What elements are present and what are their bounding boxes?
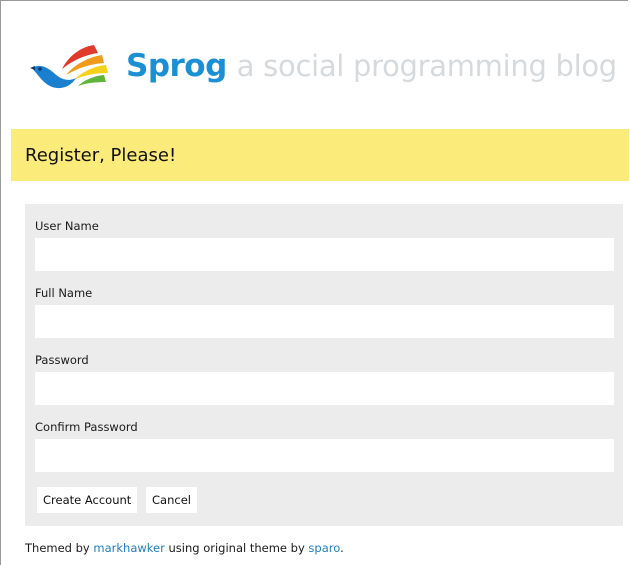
confirm-password-input[interactable] [35, 439, 614, 472]
full-name-label: Full Name [35, 286, 93, 300]
site-brand[interactable]: Sprog [126, 48, 227, 84]
page-frame: Sprog a social programming blog Register… [0, 0, 629, 565]
footer-prefix: Themed by [25, 541, 94, 555]
password-input[interactable] [35, 372, 614, 405]
user-name-input[interactable] [35, 238, 614, 271]
password-label: Password [35, 353, 89, 367]
registration-form: User Name Full Name Password Confirm Pas… [25, 204, 623, 526]
confirm-password-label: Confirm Password [35, 420, 138, 434]
site-tagline: a social programming blog [236, 49, 617, 83]
user-name-label: User Name [35, 219, 99, 233]
create-account-button[interactable]: Create Account [37, 487, 138, 513]
full-name-input[interactable] [35, 305, 614, 338]
footer-suffix: . [340, 541, 344, 555]
bird-logo-icon[interactable] [28, 35, 118, 97]
page-title: Register, Please! [25, 144, 177, 166]
cancel-button[interactable]: Cancel [146, 487, 197, 513]
author-link[interactable]: markhawker [93, 541, 164, 555]
footer-middle: using original theme by [164, 541, 309, 555]
original-theme-link[interactable]: sparo [308, 541, 340, 555]
page-title-banner: Register, Please! [11, 129, 629, 181]
site-header: Sprog a social programming blog [28, 31, 617, 101]
footer-credits: Themed by markhawker using original them… [25, 541, 344, 555]
